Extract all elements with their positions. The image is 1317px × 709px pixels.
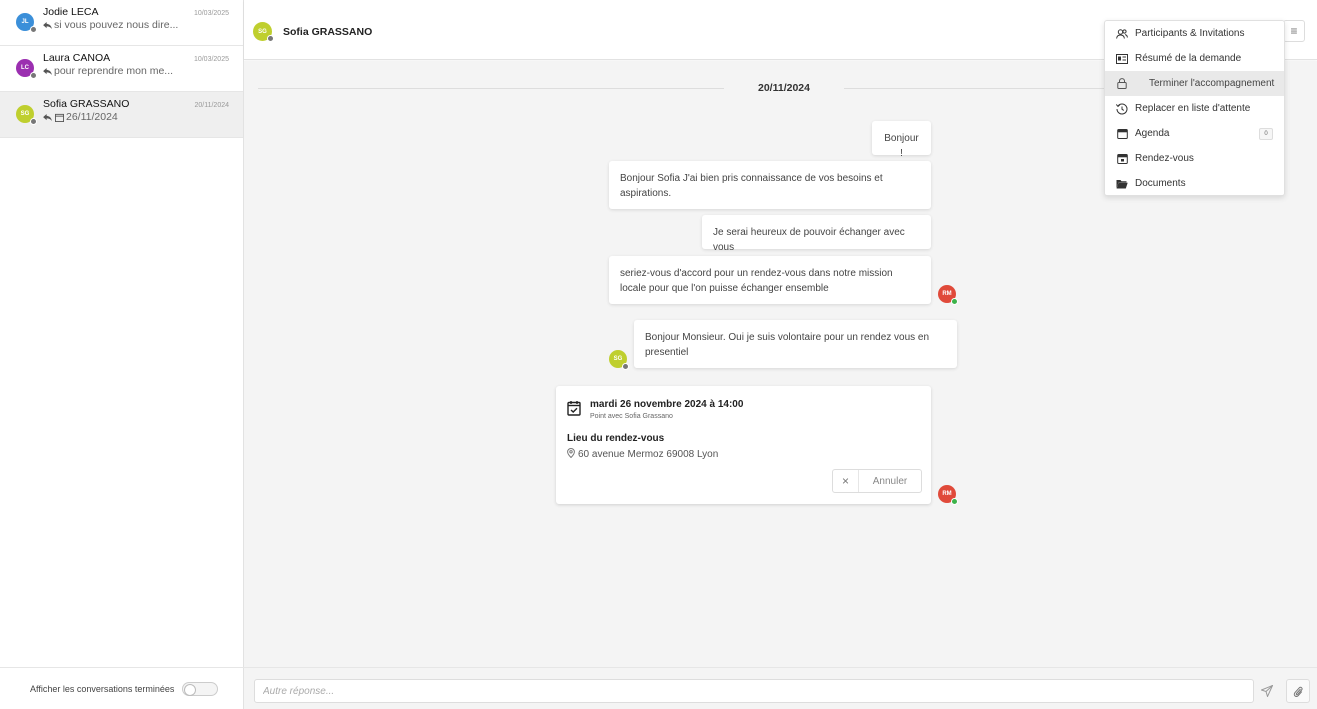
conversation-item-laura[interactable]: LC Laura CANOA pour reprendre mon me... …: [0, 46, 243, 92]
conversation-sidebar: JL Jodie LECA si vous pouvez nous dire..…: [0, 0, 244, 709]
location-title: Lieu du rendez-vous: [567, 433, 665, 444]
conversation-title: Sofia GRASSANO: [283, 26, 373, 38]
appointment-subtitle: Point avec Sofia Grassano: [590, 413, 673, 420]
show-finished-toggle[interactable]: [182, 681, 219, 696]
conversation-item-jodie[interactable]: JL Jodie LECA si vous pouvez nous dire..…: [0, 0, 243, 46]
location-address: 60 avenue Mermoz 69008 Lyon: [567, 447, 718, 460]
reply-icon: [43, 113, 52, 121]
folder-icon: [1115, 178, 1129, 190]
calendar-check-icon: [567, 401, 581, 416]
reply-input[interactable]: [254, 679, 1254, 703]
menu-item-appointments[interactable]: Rendez-vous: [1105, 146, 1284, 171]
cancel-appointment-button[interactable]: × Annuler: [832, 469, 922, 493]
message-bubble: Je serai heureux de pouvoir échanger ave…: [702, 215, 931, 253]
conversation-preview: si vous pouvez nous dire...: [43, 19, 178, 31]
show-finished-row: Afficher les conversations terminées: [0, 667, 244, 709]
calendar-icon: [55, 113, 64, 122]
appointment-datetime: mardi 26 novembre 2024 à 14:00: [590, 399, 744, 410]
conversation-date: 10/03/2025: [193, 10, 229, 17]
menu-item-documents[interactable]: Documents: [1105, 171, 1284, 196]
conversation-item-sofia[interactable]: SG Sofia GRASSANO 26/11/2024 20/11/2024: [0, 92, 243, 138]
menu-item-waiting-list[interactable]: Replacer en liste d'attente: [1105, 96, 1284, 121]
menu-item-agenda[interactable]: Agenda 0: [1105, 121, 1284, 146]
online-dot: [951, 498, 958, 505]
reply-bar: [244, 667, 1317, 709]
show-finished-label: Afficher les conversations terminées: [30, 683, 175, 694]
status-dot: [30, 72, 37, 79]
conversation-date: 10/03/2025: [193, 56, 229, 63]
date-separator: 20/11/2024: [724, 82, 844, 94]
message-bubble: Bonjour !: [872, 121, 931, 159]
lock-icon: [1115, 78, 1129, 90]
users-icon: [1115, 28, 1129, 40]
hamburger-icon: ≡: [1290, 24, 1298, 38]
reply-icon: [43, 21, 52, 29]
calendar-check-icon: [1115, 153, 1129, 165]
reply-icon: [43, 67, 52, 75]
message-bubble: Bonjour Sofia J'ai bien pris connaissanc…: [609, 161, 931, 209]
message-bubble: Bonjour Monsieur. Oui je suis volontaire…: [634, 320, 957, 368]
conversation-preview: pour reprendre mon me...: [43, 65, 178, 77]
menu-item-participants[interactable]: Participants & Invitations: [1105, 21, 1284, 46]
send-button[interactable]: [1254, 679, 1280, 703]
app-window: JL Jodie LECA si vous pouvez nous dire..…: [0, 0, 1317, 709]
conversation-menu: Participants & Invitations Résumé de la …: [1104, 20, 1285, 196]
attach-button[interactable]: [1286, 679, 1310, 703]
paperclip-icon: [1293, 686, 1303, 697]
conversation-preview: 26/11/2024: [43, 111, 178, 123]
appointment-card: mardi 26 novembre 2024 à 14:00 Point ave…: [556, 386, 931, 504]
status-dot: [267, 35, 274, 42]
history-icon: [1115, 103, 1129, 115]
status-dot: [30, 118, 37, 125]
message-bubble: seriez-vous d'accord pour un rendez-vous…: [609, 256, 931, 304]
menu-item-summary[interactable]: Résumé de la demande: [1105, 46, 1284, 71]
conversation-date: 20/11/2024: [194, 102, 229, 109]
menu-item-end-support[interactable]: Terminer l'accompagnement: [1105, 71, 1284, 96]
cancel-label: Annuler: [872, 475, 908, 487]
send-icon: [1261, 685, 1273, 697]
status-dot: [30, 26, 37, 33]
close-icon: ×: [833, 470, 859, 492]
online-dot: [951, 298, 958, 305]
menu-button[interactable]: ≡: [1283, 20, 1305, 42]
location-pin-icon: [567, 447, 575, 459]
agenda-count-badge: 0: [1259, 128, 1273, 140]
calendar-icon: [1115, 128, 1129, 140]
summary-icon: [1115, 53, 1129, 65]
status-dot: [622, 363, 629, 370]
